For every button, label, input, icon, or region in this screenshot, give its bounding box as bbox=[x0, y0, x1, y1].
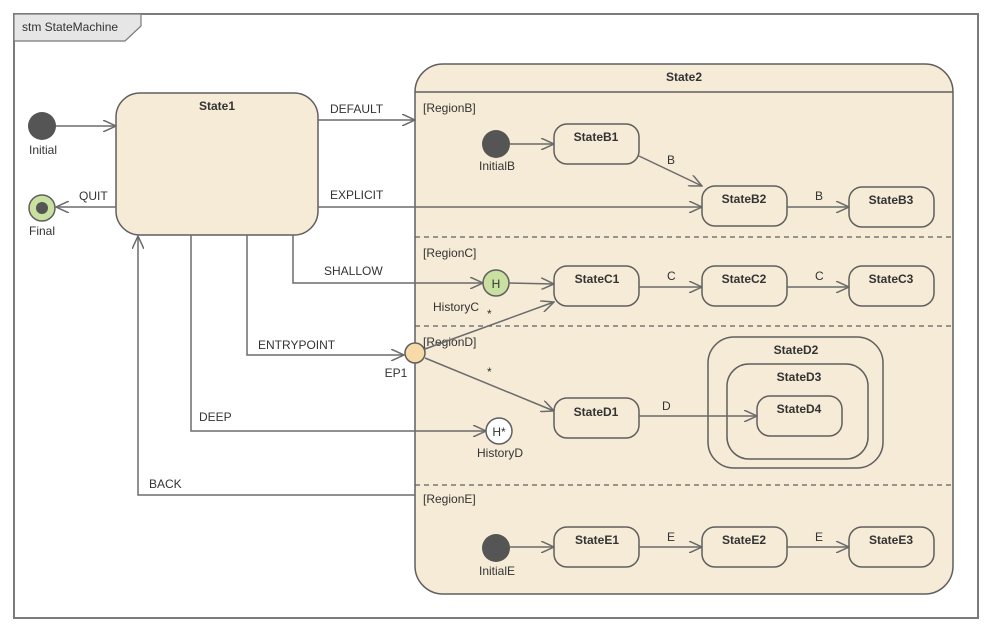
transition-entrypoint-label: ENTRYPOINT bbox=[258, 338, 336, 352]
transition-c2-c3-label: C bbox=[815, 269, 824, 283]
history-c-label: HistoryC bbox=[433, 300, 479, 314]
transition-default-label: DEFAULT bbox=[330, 102, 384, 116]
state-e1[interactable]: StateE1 bbox=[553, 526, 640, 568]
transition-b1-b2-label: B bbox=[667, 153, 675, 167]
state-d4[interactable]: StateD4 bbox=[756, 395, 843, 437]
frame-title: stm StateMachine bbox=[22, 20, 118, 34]
region-e-label: [RegionE] bbox=[423, 492, 476, 506]
transition-c1-c2-label: C bbox=[667, 269, 676, 283]
transition-deep-label: DEEP bbox=[199, 410, 232, 424]
transition-historyc-c1[interactable] bbox=[508, 283, 554, 284]
state-c1[interactable]: StateC1 bbox=[553, 265, 640, 307]
transition-e2-e3-label: E bbox=[815, 530, 823, 544]
transition-quit-label: QUIT bbox=[79, 189, 108, 203]
history-d-label: HistoryD bbox=[477, 446, 523, 460]
state-b1-label: StateB1 bbox=[574, 130, 619, 144]
state-b3-label: StateB3 bbox=[869, 193, 914, 207]
transition-e1-e2-label: E bbox=[667, 530, 675, 544]
initial-b-label: InitialB bbox=[479, 159, 515, 173]
transition-explicit-label: EXPLICIT bbox=[330, 188, 384, 202]
transition-b2-b3-label: B bbox=[815, 189, 823, 203]
state-e1-label: StateE1 bbox=[575, 533, 619, 547]
transition-ep-c1-label: * bbox=[487, 307, 492, 321]
state-d1-label: StateD1 bbox=[574, 405, 619, 419]
state-d3-label: StateD3 bbox=[777, 370, 822, 384]
state-e3[interactable]: StateE3 bbox=[848, 526, 935, 568]
transition-back-label: BACK bbox=[149, 477, 182, 491]
region-b-label: [RegionB] bbox=[423, 101, 476, 115]
state-machine-diagram: stm StateMachine State2 [RegionB] [Regio… bbox=[13, 13, 979, 619]
state-c1-label: StateC1 bbox=[575, 272, 620, 286]
state-e2-label: StateE2 bbox=[722, 533, 766, 547]
state-d2-label: StateD2 bbox=[774, 343, 819, 357]
state-e2[interactable]: StateE2 bbox=[701, 526, 788, 568]
state-c2[interactable]: StateC2 bbox=[701, 265, 788, 307]
initial-label: Initial bbox=[29, 143, 57, 157]
state1-label: State1 bbox=[199, 99, 235, 113]
transition-d1-d4-label: D bbox=[662, 399, 671, 413]
transition-shallow-label: SHALLOW bbox=[324, 264, 383, 278]
initial-node[interactable]: Initial bbox=[28, 112, 57, 157]
state-c3-label: StateC3 bbox=[869, 272, 914, 286]
state-b1[interactable]: StateB1 bbox=[553, 123, 640, 165]
state2-label: State2 bbox=[666, 70, 702, 84]
entry-point-label: EP1 bbox=[385, 366, 408, 380]
initial-e-label: InitialE bbox=[479, 564, 515, 578]
transition-ep-d1-label: * bbox=[487, 365, 492, 379]
history-c-glyph: H bbox=[492, 277, 501, 291]
state-d1[interactable]: StateD1 bbox=[553, 397, 640, 439]
final-label: Final bbox=[29, 224, 55, 238]
state-e3-label: StateE3 bbox=[869, 533, 913, 547]
region-c-label: [RegionC] bbox=[423, 246, 476, 260]
state-b3[interactable]: StateB3 bbox=[848, 186, 935, 228]
state-b2[interactable]: StateB2 bbox=[701, 185, 788, 227]
state1[interactable]: State1 bbox=[115, 92, 319, 236]
state-c2-label: StateC2 bbox=[722, 272, 767, 286]
final-node[interactable]: Final bbox=[28, 194, 56, 238]
state-b2-label: StateB2 bbox=[722, 192, 767, 206]
state-c3[interactable]: StateC3 bbox=[848, 265, 935, 307]
history-d-glyph: H* bbox=[492, 425, 506, 439]
state-d4-label: StateD4 bbox=[777, 402, 822, 416]
